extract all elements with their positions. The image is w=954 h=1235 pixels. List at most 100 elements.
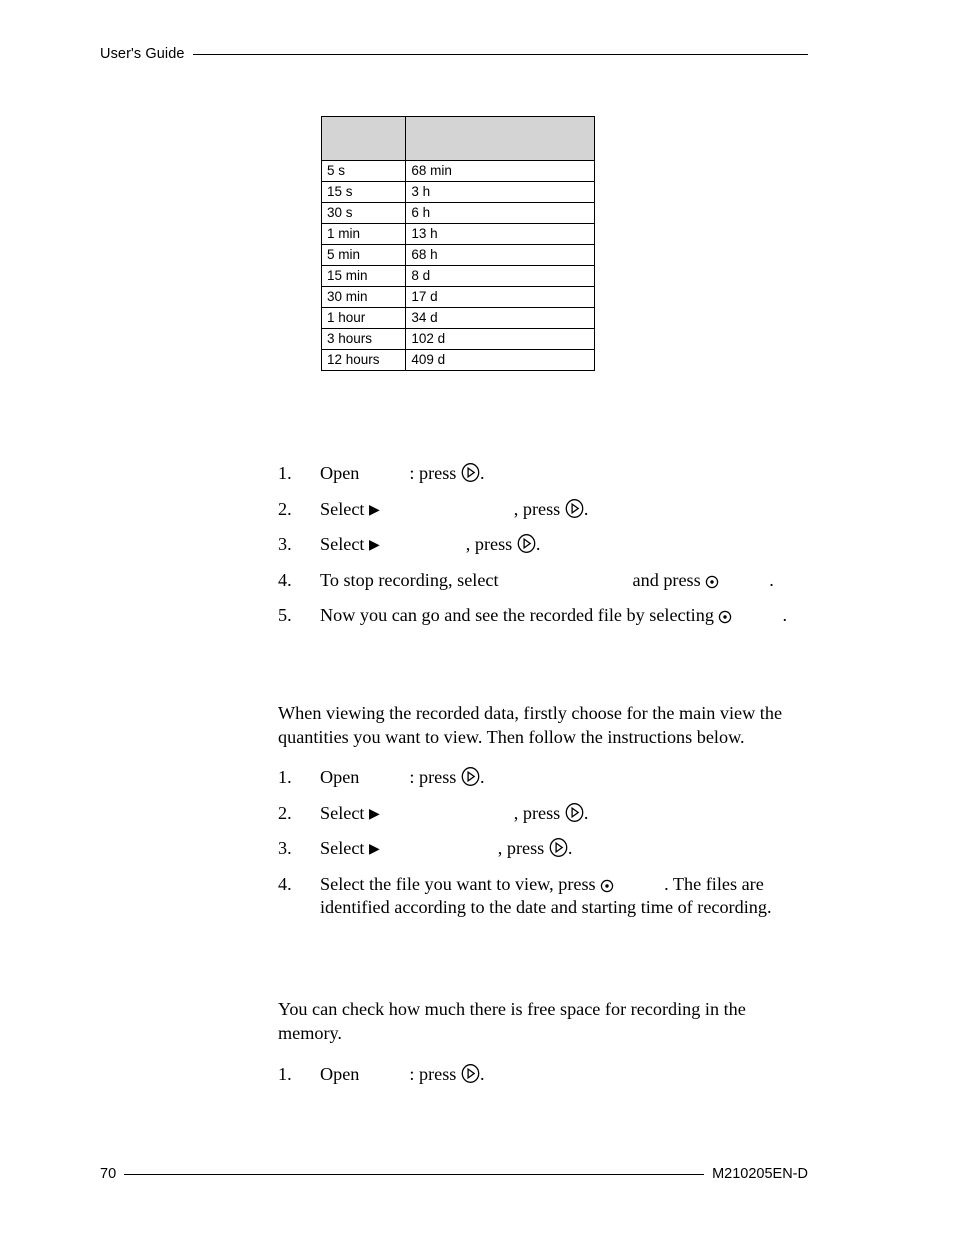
- list-item-body: Select ▶ , press .: [320, 802, 806, 826]
- list-item-number: 3.: [278, 838, 292, 858]
- table-cell-duration: 68 min: [405, 160, 595, 182]
- footer-rule: [124, 1174, 705, 1175]
- list-item-number: 2.: [278, 802, 292, 823]
- list-item: 1. Open : press .: [278, 766, 806, 790]
- table-row: 5 min 68 h: [320, 244, 595, 266]
- arrow-right-icon: ▶: [369, 538, 380, 553]
- list-item-body: Open: press .: [320, 462, 806, 486]
- table-body: 5 s 68 min 15 s 3 h 30 s 6 h 1 min 13 h …: [320, 160, 595, 371]
- step-text: Open: [320, 767, 360, 787]
- list-item-number: 5.: [278, 605, 292, 625]
- step-text: .: [782, 605, 788, 625]
- list-item-body: Now you can go and see the recorded file…: [320, 604, 806, 628]
- header-rule: [192, 54, 808, 55]
- page-header: User's Guide: [100, 46, 808, 62]
- step-text: .: [535, 534, 541, 554]
- list-item: 3. Select ▶ , press .: [278, 837, 806, 861]
- step-text: Select: [320, 534, 369, 554]
- table-row: 3 hours 102 d: [320, 328, 595, 350]
- list-item-number: 1.: [278, 767, 292, 787]
- memory-steps-list: 1. Open: press .: [278, 1063, 806, 1099]
- list-item: 2. Select ▶ , press .: [278, 802, 806, 826]
- list-item: 1. Open: press .: [278, 1063, 806, 1087]
- table-header-cell-interval: [320, 116, 407, 161]
- play-key-icon: [461, 463, 480, 482]
- list-item-body: Select ▶ , press .: [320, 533, 806, 557]
- viewing-intro-paragraph: When viewing the recorded data, firstly …: [278, 703, 783, 747]
- table-cell-interval: 15 min: [320, 265, 407, 287]
- table-row: 15 s 3 h: [320, 181, 595, 203]
- list-item: 5. Now you can go and see the recorded f…: [278, 604, 806, 628]
- table-cell-interval: 5 min: [320, 244, 407, 266]
- header-label: User's Guide: [100, 46, 185, 62]
- step-text: , press: [513, 498, 565, 519]
- table-row: 5 s 68 min: [320, 160, 595, 182]
- viewing-steps-list: 1. Open : press . 2. Select ▶ , press . 3.…: [278, 766, 806, 932]
- table-row: 1 hour 34 d: [320, 307, 595, 329]
- step-text: .: [583, 802, 589, 823]
- memory-intro-paragraph: You can check how much there is free spa…: [278, 999, 746, 1043]
- table-cell-duration: 13 h: [405, 223, 595, 245]
- table-cell-interval: 12 hours: [320, 349, 407, 371]
- step-text: .: [479, 1064, 485, 1084]
- list-item: 2. Select ▶ , press .: [278, 498, 806, 522]
- step-text: , press: [513, 802, 565, 823]
- step-text: Now you can go and see the recorded file…: [320, 605, 719, 625]
- play-key-icon: [565, 498, 584, 518]
- table-row: 30 min 17 d: [320, 286, 595, 308]
- table-cell-interval: 30 s: [320, 202, 407, 224]
- table-cell-duration: 34 d: [405, 307, 595, 329]
- step-text: , press: [465, 534, 517, 554]
- table-cell-interval: 15 s: [320, 181, 407, 203]
- step-text: Select: [320, 802, 369, 823]
- table-cell-duration: 68 h: [405, 244, 595, 266]
- play-key-icon: [549, 838, 568, 857]
- table-cell-interval: 1 min: [320, 223, 407, 245]
- table-row: 12 hours 409 d: [320, 349, 595, 371]
- step-text: To stop recording, select: [320, 569, 499, 590]
- list-item-body: Select ▶ , press .: [320, 837, 806, 861]
- list-item-number: 4.: [278, 873, 292, 894]
- play-key-icon: [461, 1064, 480, 1083]
- list-item-body: Open: press .: [320, 1063, 806, 1087]
- table-cell-interval: 5 s: [320, 160, 407, 182]
- table-head: [320, 116, 595, 161]
- list-item: 1. Open: press .: [278, 462, 806, 486]
- select-key-icon: [705, 575, 719, 589]
- play-key-icon: [461, 767, 480, 786]
- table-row: 30 s 6 h: [320, 202, 595, 224]
- footer-document-code: M210205EN-D: [712, 1166, 808, 1182]
- table-row: 15 min 8 d: [320, 265, 595, 287]
- step-text: Open: [320, 463, 360, 483]
- step-text: .: [479, 767, 485, 787]
- list-item-number: 4.: [278, 569, 292, 590]
- table-cell-duration: 17 d: [405, 286, 595, 308]
- table-cell-interval: 1 hour: [320, 307, 407, 329]
- document-page: User's Guide 5 s 68 min 15 s 3 h 30 s 6 …: [0, 0, 954, 1235]
- table-cell-duration: 3 h: [405, 181, 595, 203]
- list-item-number: 1.: [278, 463, 292, 483]
- arrow-right-icon: ▶: [369, 806, 380, 822]
- list-item: 3. Select ▶ , press .: [278, 533, 806, 557]
- table-cell-duration: 8 d: [405, 265, 595, 287]
- step-text: Select the file you want to view, press: [320, 873, 601, 894]
- step-text: Select: [320, 838, 369, 858]
- list-item-body: Open : press .: [320, 766, 806, 790]
- select-key-icon: [600, 879, 614, 893]
- table-cell-interval: 3 hours: [320, 328, 407, 350]
- arrow-right-icon: ▶: [369, 502, 380, 518]
- select-key-icon: [718, 610, 732, 624]
- list-item: 4. To stop recording, select and press .: [278, 569, 806, 593]
- recording-interval-table: 5 s 68 min 15 s 3 h 30 s 6 h 1 min 13 h …: [320, 116, 595, 371]
- step-text: Open: [320, 1064, 360, 1084]
- step-text: .: [479, 463, 485, 483]
- step-text: and press: [632, 569, 706, 590]
- step-text: : press: [409, 767, 461, 787]
- table-cell-duration: 6 h: [405, 202, 595, 224]
- footer-page-number: 70: [100, 1166, 117, 1182]
- step-text: .: [583, 498, 589, 519]
- play-key-icon: [517, 534, 536, 553]
- list-item-body: Select the file you want to view, press …: [320, 873, 806, 920]
- list-item: 4. Select the file you want to view, pre…: [278, 873, 806, 920]
- table-row: 1 min 13 h: [320, 223, 595, 245]
